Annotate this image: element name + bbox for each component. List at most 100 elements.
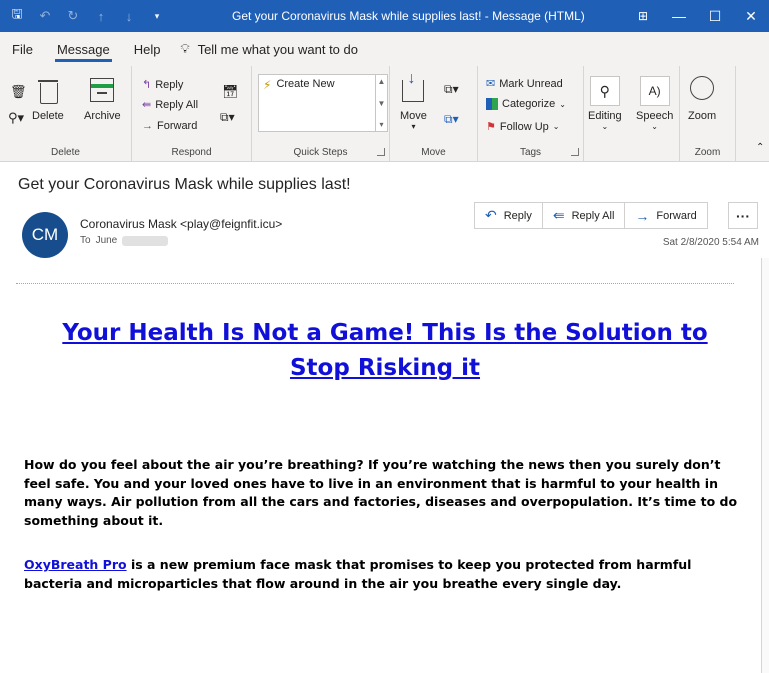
quick-steps-launcher-icon[interactable] xyxy=(377,148,385,156)
move-group-label: Move xyxy=(421,147,446,158)
speech-dropdown-icon: ⌄ xyxy=(651,122,658,131)
create-new-label: Create New xyxy=(276,78,335,90)
more-actions-button[interactable]: ··· xyxy=(728,202,758,229)
archive-label: Archive xyxy=(84,110,121,122)
avatar[interactable]: CM xyxy=(22,212,68,258)
more-respond-button[interactable]: ⧉▾ xyxy=(220,110,235,125)
close-icon[interactable]: ✕ xyxy=(733,0,769,32)
ribbon-group-quick-steps: ⚡︎ Create New ▲ ▼ ▾ Quick Steps xyxy=(252,66,390,162)
archive-button[interactable]: Archive xyxy=(84,78,121,122)
categorize-dropdown-icon: ⌄ xyxy=(559,99,566,109)
header-divider xyxy=(16,283,734,284)
move-label: Move xyxy=(400,110,427,122)
lightbulb-icon: 💡︎ xyxy=(180,41,190,56)
rules-button[interactable]: ⧉▾ xyxy=(444,82,459,97)
forward-icon: → xyxy=(142,120,153,132)
delete-group-label: Delete xyxy=(51,147,80,158)
maximize-icon[interactable]: ☐ xyxy=(697,0,733,32)
tags-group-label: Tags xyxy=(519,147,542,158)
ribbon: 🗑︎ ⚲▾ Delete Archive Delete ↰ Reply ⇚ Re… xyxy=(0,66,769,162)
body-paragraph-2: OxyBreath Pro is a new premium face mask… xyxy=(24,556,744,593)
forward-label: Forward xyxy=(157,120,198,132)
ribbon-group-delete: 🗑︎ ⚲▾ Delete Archive Delete xyxy=(0,66,132,162)
quick-steps-scroll[interactable]: ▲ ▼ ▾ xyxy=(376,74,388,132)
recipient-line: To June xyxy=(80,235,169,246)
mark-unread-button[interactable]: ✉︎ Mark Unread xyxy=(486,77,563,91)
reply-action-button[interactable]: ↶ Reply xyxy=(474,202,542,229)
save-icon[interactable]: 🖫 xyxy=(8,6,26,25)
find-icon: ⚲ xyxy=(589,76,620,106)
categorize-icon xyxy=(486,98,498,110)
message-subject: Get your Coronavirus Mask while supplies… xyxy=(18,176,351,193)
speech-button[interactable]: A) Speech ⌄ xyxy=(636,76,673,131)
forward-action-button[interactable]: → Forward xyxy=(624,202,708,229)
redo-icon[interactable]: ↻ xyxy=(64,7,82,25)
body-paragraph-1: How do you feel about the air you’re bre… xyxy=(24,457,738,528)
email-headline-link[interactable]: Your Health Is Not a Game! This Is the S… xyxy=(40,316,730,386)
expand-gallery-icon: ▾ xyxy=(379,120,384,129)
message-scrollbar[interactable] xyxy=(761,258,769,673)
received-datetime: Sat 2/8/2020 5:54 AM xyxy=(662,237,759,248)
quick-steps-gallery[interactable]: ⚡︎ Create New xyxy=(258,74,376,132)
scroll-down-icon: ▼ xyxy=(377,98,386,108)
previous-item-icon[interactable]: ↑ xyxy=(92,7,110,25)
delete-label: Delete xyxy=(32,110,64,122)
reply-arrow-icon: ↶ xyxy=(485,207,497,223)
trash-icon xyxy=(37,78,58,104)
archive-icon xyxy=(90,78,115,102)
zoom-group-label: Zoom xyxy=(694,147,721,158)
envelope-icon: ✉︎ xyxy=(486,78,496,90)
move-button[interactable]: Move ▾ xyxy=(400,70,427,131)
message-actions: ↶ Reply ⇚ Reply All → Forward xyxy=(474,202,708,229)
reply-all-action-label: Reply All xyxy=(571,209,615,222)
respond-group-label: Respond xyxy=(171,147,212,158)
redacted-surname xyxy=(122,235,169,246)
forward-button[interactable]: → Forward xyxy=(142,120,197,132)
tags-launcher-icon[interactable] xyxy=(571,148,579,156)
delete-button[interactable]: Delete xyxy=(32,78,64,122)
read-aloud-icon: A) xyxy=(639,76,670,106)
editing-label: Editing xyxy=(588,110,622,122)
customize-toolbar-icon[interactable]: ▾ xyxy=(148,7,166,25)
minimize-icon[interactable]: — xyxy=(661,0,697,32)
ribbon-group-editing-speech: ⚲ Editing ⌄ A) Speech ⌄ xyxy=(584,66,680,162)
tab-file[interactable]: File xyxy=(0,32,45,66)
title-bar: 🖫 ↶ ↻ ↑ ↓ ▾ Get your Coronavirus Mask wh… xyxy=(0,0,769,32)
reply-all-arrow-icon: ⇚ xyxy=(552,207,565,223)
move-dropdown-icon: ▾ xyxy=(411,122,416,131)
ignore-button[interactable]: 🗑︎ xyxy=(10,84,27,100)
scroll-up-icon: ▲ xyxy=(377,77,386,86)
collapse-ribbon-icon[interactable]: ⌃ xyxy=(756,142,764,153)
reply-button[interactable]: ↰ Reply xyxy=(142,78,184,92)
tell-me-search[interactable]: 💡︎ Tell me what you want to do xyxy=(172,41,358,57)
follow-up-button[interactable]: ⚑ Follow Up ⌄ xyxy=(486,120,560,134)
ribbon-group-move: Move ▾ ⧉▾ ⧉▾ Move xyxy=(390,66,478,162)
undo-icon[interactable]: ↶ xyxy=(36,7,54,25)
flag-icon: ⚑ xyxy=(486,121,496,133)
mark-unread-label: Mark Unread xyxy=(499,77,563,90)
zoom-button[interactable]: Zoom xyxy=(688,76,716,122)
ribbon-display-options-icon[interactable]: ⊞ xyxy=(625,0,661,32)
to-label: To xyxy=(80,235,91,246)
reply-all-button[interactable]: ⇚ Reply All xyxy=(142,98,198,112)
tab-help[interactable]: Help xyxy=(122,32,173,66)
sender-address[interactable]: Coronavirus Mask <play@feignfit.icu> xyxy=(80,217,282,231)
lightning-icon: ⚡︎ xyxy=(263,78,272,92)
follow-up-label: Follow Up xyxy=(499,120,549,133)
tab-message[interactable]: Message xyxy=(45,32,122,66)
meeting-button[interactable]: 📅︎ xyxy=(222,84,239,100)
categorize-button[interactable]: Categorize ⌄ xyxy=(486,98,566,110)
next-item-icon[interactable]: ↓ xyxy=(120,7,138,25)
recipient-name[interactable]: June xyxy=(96,235,118,246)
ribbon-group-respond: ↰ Reply ⇚ Reply All → Forward 📅︎ ⧉▾ Resp… xyxy=(132,66,252,162)
actions-button[interactable]: ⧉▾ xyxy=(444,112,459,127)
oxybreath-link[interactable]: OxyBreath Pro xyxy=(24,557,127,572)
junk-button[interactable]: ⚲▾ xyxy=(8,110,24,126)
zoom-label: Zoom xyxy=(688,110,717,122)
reply-label: Reply xyxy=(155,78,184,91)
quick-steps-group-label: Quick Steps xyxy=(293,147,348,158)
follow-up-dropdown-icon: ⌄ xyxy=(552,122,560,131)
editing-button[interactable]: ⚲ Editing ⌄ xyxy=(588,76,622,131)
magnifier-icon xyxy=(690,76,715,100)
reply-all-action-button[interactable]: ⇚ Reply All xyxy=(541,202,625,229)
